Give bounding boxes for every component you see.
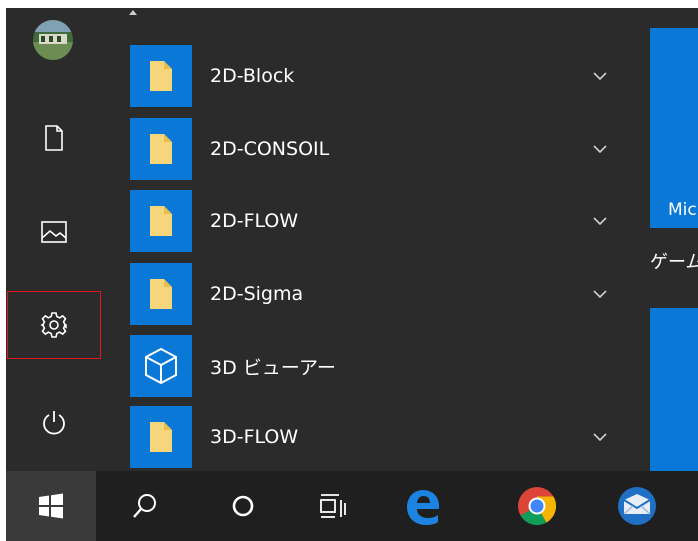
- app-label: 3D-FLOW: [210, 426, 299, 448]
- app-item-2d-sigma[interactable]: 2D-Sigma: [130, 263, 620, 325]
- chrome-button[interactable]: [492, 471, 582, 541]
- mail-icon: [618, 487, 656, 525]
- edge-icon: [407, 490, 439, 525]
- folder-icon: [150, 61, 172, 91]
- live-tiles: Mic ゲーム: [632, 8, 698, 471]
- chrome-icon: [518, 487, 557, 526]
- chevron-down-icon[interactable]: [580, 433, 620, 441]
- app-tile: [130, 118, 192, 180]
- gear-icon: [40, 312, 67, 338]
- taskbar: [6, 471, 698, 541]
- tile-group-label: ゲーム: [650, 252, 698, 273]
- document-icon: [45, 125, 63, 151]
- cube-icon: [145, 347, 177, 385]
- start-menu: 2D-Block 2D-CONSOIL 2D-FLOW 2D-Sigma 3D …: [6, 8, 698, 471]
- power-button[interactable]: [6, 393, 102, 453]
- search-button[interactable]: [100, 471, 190, 541]
- tile-label: Mic: [668, 200, 697, 220]
- cortana-button[interactable]: [198, 471, 288, 541]
- chevron-down-icon[interactable]: [580, 145, 620, 153]
- app-tile: [130, 263, 192, 325]
- app-item-3d-flow[interactable]: 3D-FLOW: [130, 406, 620, 468]
- app-label: 2D-CONSOIL: [210, 138, 330, 160]
- app-item-2d-flow[interactable]: 2D-FLOW: [130, 190, 620, 252]
- start-windows-icon: [39, 493, 63, 519]
- app-tile: [130, 190, 192, 252]
- start-menu-rail: [6, 8, 102, 471]
- folder-icon: [150, 279, 172, 309]
- app-label: 2D-Sigma: [210, 283, 304, 305]
- folder-icon: [150, 134, 172, 164]
- documents-button[interactable]: [6, 108, 102, 168]
- chevron-down-icon[interactable]: [580, 72, 620, 80]
- chevron-down-icon[interactable]: [580, 290, 620, 298]
- picture-icon: [41, 221, 67, 243]
- app-tile: [130, 406, 192, 468]
- user-avatar-icon[interactable]: [33, 20, 73, 60]
- app-tile: [130, 45, 192, 107]
- app-tile: [130, 335, 192, 397]
- task-view-icon: [320, 494, 346, 518]
- app-label: 2D-Block: [210, 65, 295, 87]
- pictures-button[interactable]: [6, 202, 102, 262]
- app-item-2d-block[interactable]: 2D-Block: [130, 45, 620, 107]
- task-view-button[interactable]: [288, 471, 378, 541]
- edge-button[interactable]: [378, 471, 468, 541]
- folder-icon: [150, 422, 172, 452]
- chevron-down-icon[interactable]: [580, 217, 620, 225]
- app-label: 3D ビューアー: [210, 356, 336, 379]
- search-icon: [133, 494, 156, 518]
- app-label: 2D-FLOW: [210, 210, 299, 232]
- folder-icon: [150, 206, 172, 236]
- app-item-3d-viewer[interactable]: 3D ビューアー: [130, 335, 620, 397]
- mail-button[interactable]: [592, 471, 682, 541]
- settings-button[interactable]: [6, 295, 102, 355]
- cortana-icon: [232, 495, 254, 517]
- app-list: 2D-Block 2D-CONSOIL 2D-FLOW 2D-Sigma 3D …: [102, 8, 632, 471]
- start-button[interactable]: [6, 471, 96, 541]
- live-tile-bottom[interactable]: [650, 308, 698, 471]
- power-icon: [43, 411, 65, 435]
- app-item-2d-consoil[interactable]: 2D-CONSOIL: [130, 118, 620, 180]
- live-tile-top[interactable]: Mic: [650, 28, 698, 228]
